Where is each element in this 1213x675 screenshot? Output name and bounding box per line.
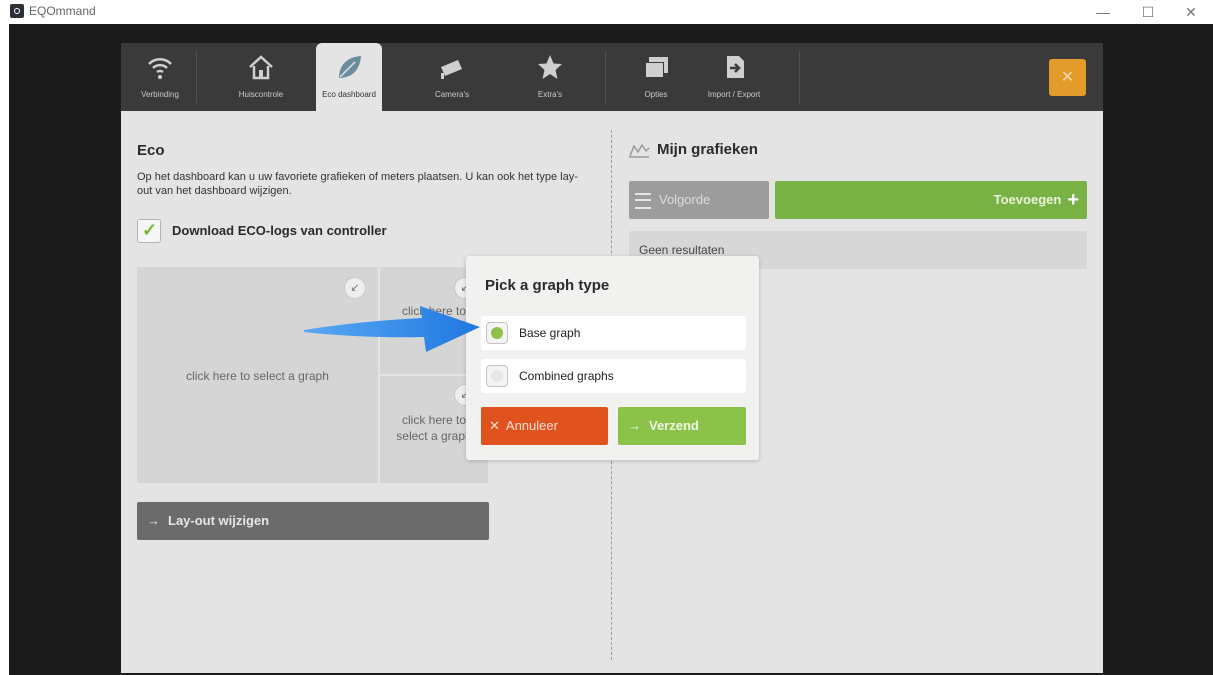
import-export-icon <box>727 56 744 78</box>
dialog-title: Pick a graph type <box>485 277 610 294</box>
tab-extras[interactable]: Extra's <box>517 43 583 111</box>
change-layout-button[interactable]: → Lay-out wijzigen <box>137 502 489 540</box>
camera-icon <box>441 60 462 79</box>
arrow-right-icon: → <box>628 418 641 433</box>
radio-button[interactable] <box>486 365 508 387</box>
tab-label: Extra's <box>537 90 563 99</box>
add-graph-label: Toevoegen <box>993 192 1062 207</box>
tab-eco-dashboard[interactable]: Eco dashboard <box>316 43 382 113</box>
tab-label: Import / Export <box>707 90 761 99</box>
tab-label: Camera's <box>435 90 469 99</box>
download-eco-logs-checkbox[interactable]: ✓ <box>137 219 161 243</box>
main-tab-bar: Verbinding Huiscontrole Eco dashboard Ca… <box>121 43 1103 113</box>
cancel-button[interactable]: ✕ Annuleer <box>481 407 608 445</box>
home-icon <box>249 55 273 80</box>
add-graph-button[interactable]: Toevoegen + <box>775 181 1087 219</box>
menu-icon <box>635 192 651 209</box>
my-graphs-title: Mijn grafieken <box>657 141 758 158</box>
graph-slot-text: click here to select a graph <box>186 369 329 383</box>
close-icon: ✕ <box>489 418 500 433</box>
tab-divider <box>605 51 606 103</box>
tab-label: Opties <box>644 90 668 99</box>
eco-description: Op het dashboard kan u uw favoriete graf… <box>137 171 578 197</box>
windows-icon <box>645 57 668 78</box>
minimize-button[interactable]: — <box>1088 2 1118 22</box>
arrow-right-icon: → <box>147 513 160 528</box>
title-bar: EQOmmand — ☐ ✕ <box>0 0 1213 24</box>
check-icon: ✓ <box>142 220 158 240</box>
annotation-arrow-icon <box>304 306 480 352</box>
tab-verbinding[interactable]: Verbinding <box>127 43 193 111</box>
option-label: Base graph <box>519 326 581 340</box>
app-logo-icon <box>10 4 24 18</box>
tab-divider <box>196 51 197 103</box>
tab-label: Verbinding <box>141 90 179 99</box>
order-button-label: Volgorde <box>659 192 711 207</box>
leaf-icon <box>339 56 361 78</box>
download-eco-logs-label: Download ECO-logs van controller <box>172 223 387 238</box>
tab-divider <box>799 51 800 103</box>
option-label: Combined graphs <box>519 369 614 383</box>
tab-cameras[interactable]: Camera's <box>419 43 485 111</box>
tab-huiscontrole[interactable]: Huiscontrole <box>228 43 294 111</box>
tab-label: Eco dashboard <box>322 90 376 99</box>
star-icon <box>538 55 562 79</box>
plus-icon: + <box>1067 189 1079 211</box>
radio-unselected-dot <box>491 370 503 382</box>
send-label: Verzend <box>649 418 699 433</box>
close-panel-button[interactable]: ✕ <box>1049 59 1086 96</box>
option-combined-graphs[interactable]: Combined graphs <box>481 359 746 393</box>
window-title: EQOmmand <box>29 4 96 18</box>
wifi-icon <box>148 57 172 79</box>
radio-selected-dot <box>491 327 503 339</box>
cancel-label: Annuleer <box>505 418 558 433</box>
empty-results-text: Geen resultaten <box>639 243 725 257</box>
order-button[interactable]: Volgorde <box>629 181 769 219</box>
tab-opties[interactable]: Opties <box>623 43 689 111</box>
graph-icon <box>629 143 650 158</box>
tab-import-export[interactable]: Import / Export <box>701 43 767 111</box>
maximize-button[interactable]: ☐ <box>1133 2 1163 22</box>
tab-label: Huiscontrole <box>238 90 284 99</box>
radio-button[interactable] <box>486 322 508 344</box>
option-base-graph[interactable]: Base graph <box>481 316 746 350</box>
send-button[interactable]: → Verzend <box>618 407 746 445</box>
change-layout-label: Lay-out wijzigen <box>168 513 270 528</box>
window-close-button[interactable]: ✕ <box>1176 2 1206 22</box>
eco-title: Eco <box>137 142 165 159</box>
